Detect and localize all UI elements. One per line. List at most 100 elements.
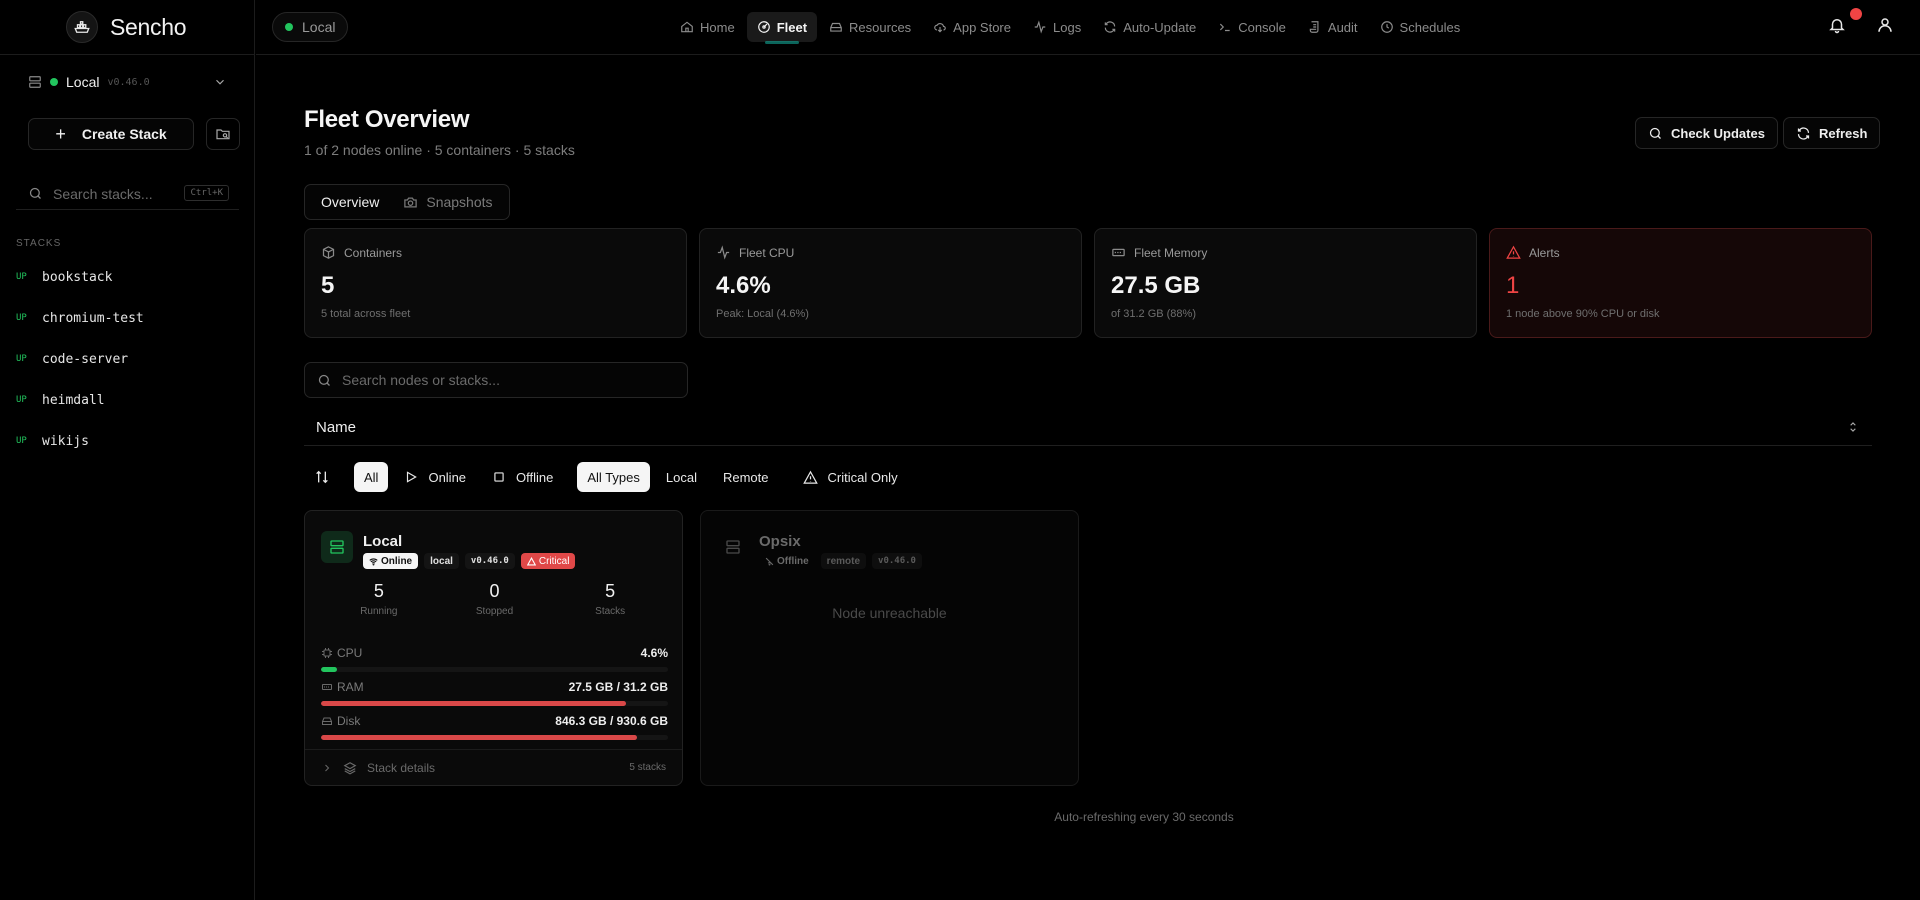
stat-card-cpu: Fleet CPU 4.6% Peak: Local (4.6%): [699, 228, 1082, 338]
nav-schedules[interactable]: Schedules: [1370, 12, 1471, 42]
refresh-button[interactable]: Refresh: [1783, 117, 1881, 149]
node-name: Local: [66, 74, 100, 90]
nav-fleet[interactable]: Fleet: [746, 12, 818, 44]
stack-status: UP: [16, 354, 27, 364]
node-card-opsix[interactable]: Opsix Offline remote v0.46.0 Node unreac…: [700, 510, 1079, 786]
nav-app-store[interactable]: App Store: [923, 12, 1021, 42]
type-badge: remote: [820, 553, 867, 569]
nav-console[interactable]: Console: [1208, 12, 1296, 42]
wifi-off-icon: [765, 557, 774, 565]
ram-bar-fill: [321, 701, 627, 706]
server-icon: [717, 531, 749, 563]
stack-search-input[interactable]: Search stacks... Ctrl+K: [16, 178, 239, 210]
nav-logs[interactable]: Logs: [1023, 12, 1091, 42]
filter-label: Remote: [722, 469, 769, 485]
stack-status: UP: [16, 436, 27, 446]
bell-icon[interactable]: [1828, 16, 1846, 34]
nav-label: Resources: [849, 19, 912, 35]
activity-icon: [717, 245, 730, 260]
cpu-bar: [321, 667, 668, 672]
check-updates-label: Check Updates: [1671, 125, 1765, 141]
page-subtitle: 1 of 2 nodes online · 5 containers · 5 s…: [304, 142, 575, 158]
tab-snapshots[interactable]: Snapshots: [391, 188, 504, 216]
filter-local[interactable]: Local: [656, 462, 707, 492]
stack-item-code-server[interactable]: UP code-server: [16, 346, 128, 372]
brand: Sencho: [0, 0, 254, 55]
main-nav: Home Fleet Resources App Store Logs Auto…: [670, 12, 1472, 44]
nav-home[interactable]: Home: [670, 12, 745, 42]
node-card-local[interactable]: Local Online local v0.46.0 Critical 5 Ru…: [304, 510, 683, 786]
sort-direction-button[interactable]: [304, 462, 340, 492]
filter-offline[interactable]: Offline: [482, 462, 563, 492]
cloud-download-icon: [934, 23, 946, 33]
metric-label: RAM: [337, 680, 364, 694]
unreachable-message: Node unreachable: [832, 605, 947, 621]
count-value: 0: [489, 581, 500, 601]
search-icon: [1649, 127, 1661, 139]
tab-overview[interactable]: Overview: [309, 188, 391, 216]
stacks-section-label: STACKS: [16, 238, 62, 249]
node-search-placeholder: Search nodes or stacks...: [342, 372, 500, 388]
filter-critical-only[interactable]: Critical Only: [793, 462, 908, 492]
version-badge: v0.46.0: [464, 553, 515, 569]
chevron-right-icon: [325, 764, 330, 771]
stack-item-chromium-test[interactable]: UP chromium-test: [16, 305, 144, 331]
active-node-chip[interactable]: Local: [272, 12, 349, 42]
box-icon: [322, 246, 335, 259]
sort-select[interactable]: Name: [304, 410, 1872, 446]
stack-item-wikijs[interactable]: UP wikijs: [16, 428, 89, 454]
stack-status: UP: [16, 395, 27, 405]
stat-card-alerts: Alerts 1 1 node above 90% CPU or disk: [1489, 228, 1872, 338]
stack-name: heimdall: [42, 392, 105, 408]
filter-label: All Types: [587, 469, 640, 485]
scroll-icon: [1309, 21, 1319, 33]
tab-label: Overview: [321, 194, 380, 210]
metric-label: CPU: [337, 646, 363, 660]
stack-details-label: Stack details: [367, 760, 436, 775]
sidebar: Sencho Local v0.46.0 + Create Stack Sear…: [0, 0, 255, 900]
stat-note: 1 node above 90% CPU or disk: [1506, 308, 1660, 320]
refresh-icon: [1797, 126, 1810, 140]
user-icon[interactable]: [1876, 16, 1894, 34]
filter-all-types[interactable]: All Types: [577, 462, 650, 492]
activity-icon: [1034, 20, 1046, 34]
filter-online[interactable]: Online: [394, 462, 476, 492]
metric-cpu: CPU 4.6%: [321, 645, 668, 672]
filter-bar: All Online Offline All Types Local Remot…: [304, 461, 914, 493]
search-icon: [29, 187, 41, 199]
count-value: 5: [605, 581, 616, 601]
filter-label: Local: [665, 469, 697, 485]
node-search-input[interactable]: Search nodes or stacks...: [304, 362, 688, 398]
stack-item-heimdall[interactable]: UP heimdall: [16, 387, 105, 413]
page-title: Fleet Overview: [304, 106, 470, 133]
sencho-logo-icon[interactable]: [66, 11, 98, 43]
stat-label: Alerts: [1529, 245, 1560, 260]
filter-remote[interactable]: Remote: [713, 462, 779, 492]
count-stopped: 0 Stopped: [437, 581, 553, 617]
filter-all[interactable]: All: [354, 462, 389, 492]
node-status-dot: [285, 23, 293, 31]
ram-bar: [321, 701, 668, 706]
disk-bar: [321, 735, 668, 740]
metric-ram: RAM 27.5 GB / 31.2 GB: [321, 679, 668, 706]
metric-value: 4.6%: [640, 646, 668, 660]
nav-audit[interactable]: Audit: [1298, 12, 1368, 42]
node-name: Local: [363, 533, 403, 550]
node-selector[interactable]: Local v0.46.0: [16, 66, 239, 98]
stat-value: 4.6%: [716, 272, 771, 299]
nav-auto-update[interactable]: Auto-Update: [1093, 12, 1206, 42]
stack-item-bookstack[interactable]: UP bookstack: [16, 264, 112, 290]
node-version: v0.46.0: [107, 76, 150, 88]
search-icon: [318, 374, 330, 386]
plus-icon: +: [55, 123, 66, 144]
stack-count: 5 stacks: [629, 762, 666, 773]
check-updates-button[interactable]: Check Updates: [1635, 117, 1778, 149]
nav-resources[interactable]: Resources: [819, 12, 921, 42]
open-folder-button[interactable]: [206, 118, 240, 150]
create-stack-button[interactable]: + Create Stack: [28, 118, 194, 150]
stack-details-toggle[interactable]: Stack details 5 stacks: [305, 749, 682, 785]
top-nav-bar: Local Home Fleet Resources App Store Log…: [256, 0, 1920, 55]
memory-icon: [322, 684, 332, 690]
stat-note: of 31.2 GB (88%): [1111, 308, 1196, 320]
folder-search-icon: [216, 129, 230, 140]
